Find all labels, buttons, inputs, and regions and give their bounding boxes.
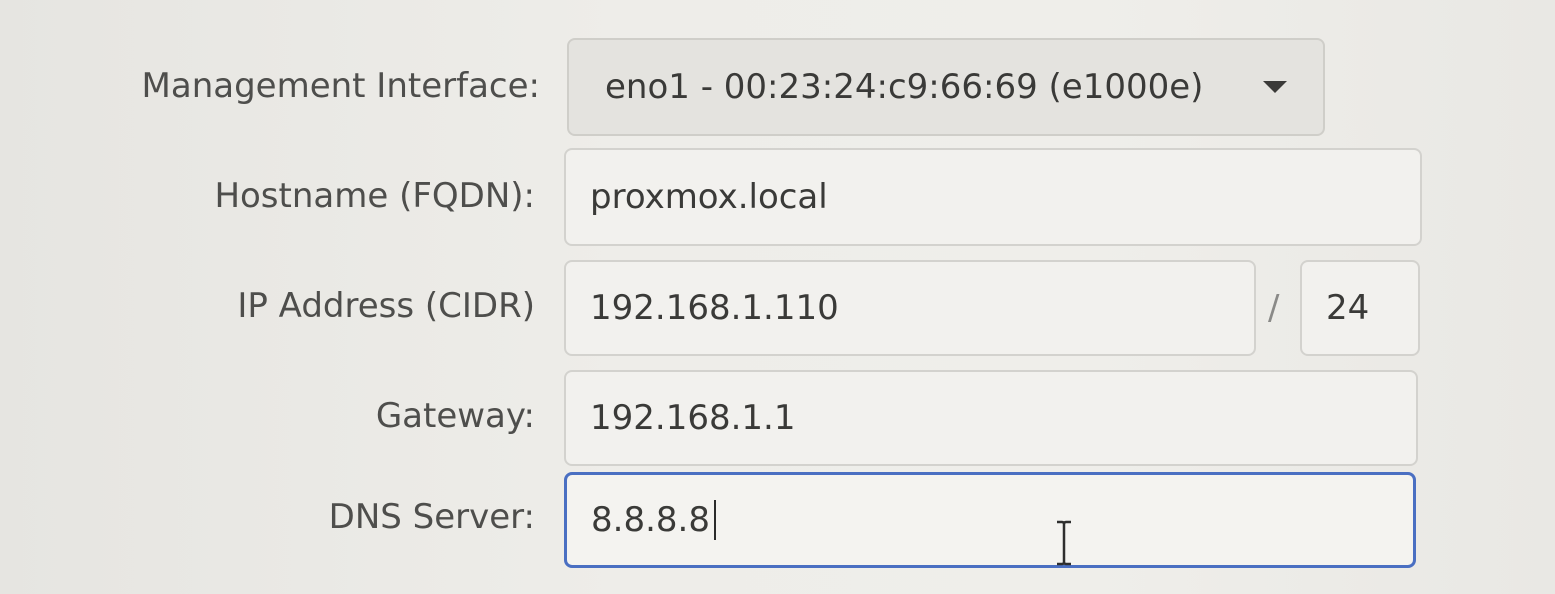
ip-address-input[interactable]: 192.168.1.110 [564,260,1256,356]
gateway-input[interactable]: 192.168.1.1 [564,370,1418,466]
dns-server-input[interactable]: 8.8.8.8 [564,472,1416,568]
management-interface-select[interactable]: eno1 - 00:23:24:c9:66:69 (e1000e) [567,38,1325,136]
ip-address-value: 192.168.1.110 [590,288,839,328]
caret-down-icon [1263,81,1287,93]
gateway-value: 192.168.1.1 [590,398,796,438]
management-interface-label: Management Interface: [141,66,540,106]
network-config-panel: Management Interface: eno1 - 00:23:24:c9… [0,0,1555,594]
hostname-label: Hostname (FQDN): [214,176,535,216]
cidr-separator: / [1268,288,1280,328]
gateway-label: Gateway: [375,396,535,436]
text-caret [714,500,716,540]
hostname-input[interactable]: proxmox.local [564,148,1422,246]
management-interface-value: eno1 - 00:23:24:c9:66:69 (e1000e) [605,67,1204,107]
hostname-value: proxmox.local [590,177,828,217]
dns-server-label: DNS Server: [328,497,535,537]
ip-address-label: IP Address (CIDR) [237,286,535,326]
cidr-prefix-input[interactable]: 24 [1300,260,1420,356]
text-cursor-icon [1057,520,1071,566]
cidr-prefix-value: 24 [1326,288,1370,328]
dns-server-value: 8.8.8.8 [591,500,710,540]
